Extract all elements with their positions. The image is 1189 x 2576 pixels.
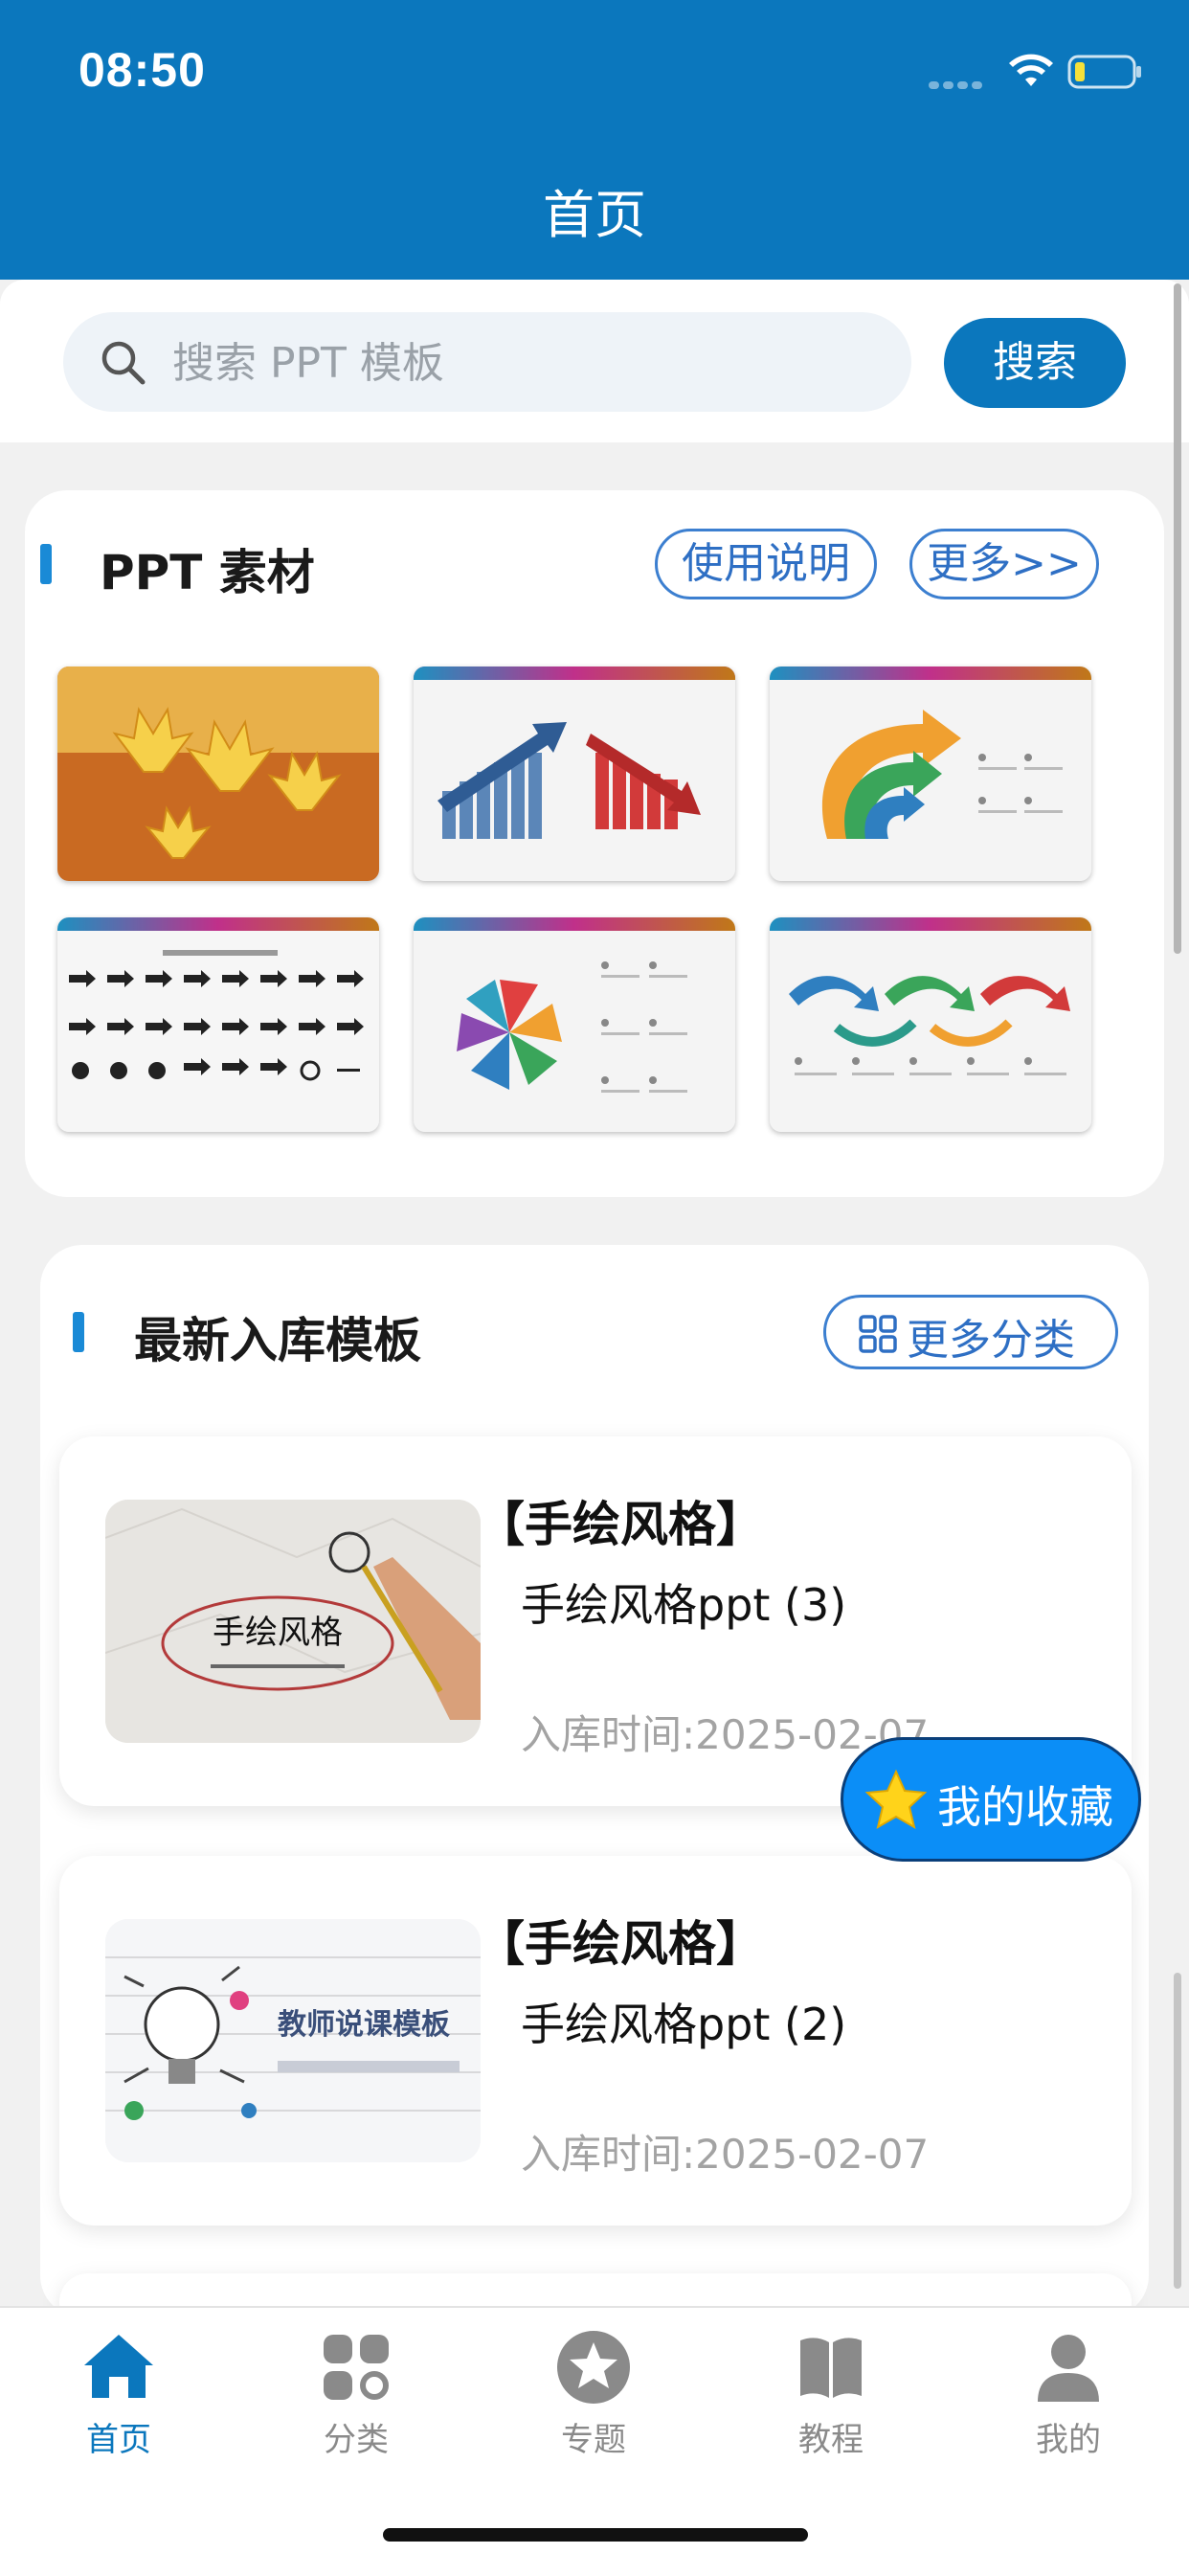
status-icons [929, 52, 1149, 94]
pinwheel-arrows-image [414, 917, 735, 1132]
tab-label: 首页 [86, 2421, 151, 2459]
my-favorites-button[interactable]: 我的收藏 [841, 1737, 1141, 1862]
wave-arrows-image [770, 917, 1091, 1132]
ppt-thumbnail[interactable] [414, 917, 735, 1132]
star-topic-icon [557, 2331, 630, 2404]
section-marker [73, 1312, 84, 1352]
user-icon [1038, 2335, 1099, 2402]
status-time: 08:50 [79, 43, 206, 97]
template-thumbnail: 手绘风格 [105, 1500, 481, 1743]
template-thumbnail: 教师说课模板 [105, 1919, 481, 2162]
usage-guide-button[interactable]: 使用说明 [655, 529, 877, 599]
search-box[interactable] [63, 312, 911, 414]
scrollbar[interactable] [1174, 283, 1181, 954]
thumbnail-text: 手绘风格 [213, 1614, 343, 1652]
search-input[interactable] [170, 312, 883, 414]
thumbnail-text: 教师说课模板 [278, 2008, 450, 2042]
search-icon [101, 341, 146, 385]
book-icon [800, 2338, 862, 2398]
template-name: 手绘风格ppt (2) [521, 1999, 847, 2050]
search-button[interactable]: 搜索 [944, 318, 1126, 408]
section-marker [40, 544, 52, 584]
tab-category[interactable]: 分类 [237, 2329, 475, 2463]
my-favorites-label: 我的收藏 [937, 1781, 1113, 1833]
autumn-leaves-image [57, 667, 379, 881]
home-indicator[interactable] [383, 2528, 808, 2542]
scrollbar-track [1174, 1973, 1181, 2289]
ppt-thumbnail[interactable] [414, 667, 735, 881]
teacher-lesson-image: 教师说课模板 [105, 1919, 481, 2162]
ppt-material-card: PPT 素材 使用说明 更多>> [25, 490, 1164, 1197]
arrow-icons-image [57, 917, 379, 1132]
page-title: 首页 [543, 185, 646, 245]
tab-topic[interactable]: 专题 [475, 2329, 712, 2463]
latest-section-title: 最新入库模板 [134, 1313, 421, 1368]
template-category: 【手绘风格】 [477, 1916, 764, 1972]
star-icon [864, 1769, 928, 1830]
curved-arrows-image [770, 667, 1091, 881]
wifi-icon [1009, 54, 1053, 86]
ppt-thumbnail[interactable] [770, 917, 1091, 1132]
tab-mine[interactable]: 我的 [950, 2329, 1187, 2463]
signal-icon [929, 75, 986, 89]
tab-label: 分类 [324, 2421, 389, 2459]
template-category: 【手绘风格】 [477, 1497, 764, 1552]
ppt-thumbnail[interactable] [57, 917, 379, 1132]
navigation-bar: 08:50 首页 [0, 0, 1189, 280]
ppt-thumbnail[interactable] [57, 667, 379, 881]
tab-label: 我的 [1036, 2421, 1101, 2459]
arrows-chart-image [414, 667, 735, 881]
hand-drawn-style-image: 手绘风格 [105, 1500, 481, 1743]
more-categories-label: 更多分类 [907, 1316, 1075, 1365]
grid-icon [859, 1315, 897, 1353]
category-icon [324, 2335, 389, 2400]
tab-home[interactable]: 首页 [0, 2329, 237, 2463]
more-categories-button[interactable]: 更多分类 [823, 1295, 1118, 1369]
tab-label: 教程 [798, 2421, 864, 2459]
template-date: 入库时间:2025-02-07 [521, 2131, 930, 2178]
tab-tutorial[interactable]: 教程 [712, 2329, 950, 2463]
more-ppt-button[interactable]: 更多>> [909, 529, 1099, 599]
home-icon [84, 2335, 153, 2398]
tab-label: 专题 [561, 2421, 626, 2459]
template-name: 手绘风格ppt (3) [521, 1579, 847, 1631]
battery-icon [1067, 55, 1141, 89]
ppt-section-title: PPT 素材 [100, 545, 315, 600]
template-list-item[interactable]: 教师说课模板 【手绘风格】 手绘风格ppt (2) 入库时间:2025-02-0… [59, 1856, 1132, 2226]
ppt-thumbnail[interactable] [770, 667, 1091, 881]
